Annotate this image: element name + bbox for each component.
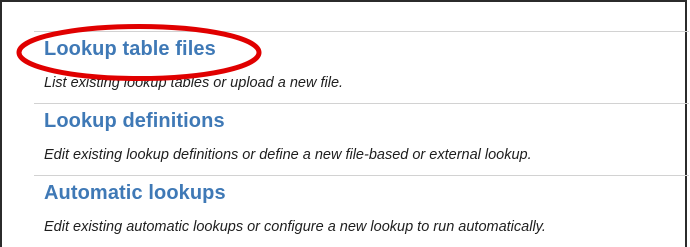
list-item-lookup-definitions: Lookup definitions Edit existing lookup … <box>34 103 689 175</box>
lookups-list: Lookup table files List existing lookup … <box>34 31 689 247</box>
automatic-lookups-link[interactable]: Automatic lookups <box>44 182 226 205</box>
lookup-definitions-description: Edit existing lookup definitions or defi… <box>44 147 532 163</box>
lookups-panel: Lookup table files List existing lookup … <box>0 0 689 247</box>
list-item-automatic-lookups: Automatic lookups Edit existing automati… <box>34 175 689 247</box>
list-item-lookup-table-files: Lookup table files List existing lookup … <box>34 31 689 103</box>
lookup-table-files-link[interactable]: Lookup table files <box>44 38 216 61</box>
lookup-table-files-description: List existing lookup tables or upload a … <box>44 75 344 91</box>
lookup-definitions-link[interactable]: Lookup definitions <box>44 110 225 133</box>
automatic-lookups-description: Edit existing automatic lookups or confi… <box>44 219 546 235</box>
